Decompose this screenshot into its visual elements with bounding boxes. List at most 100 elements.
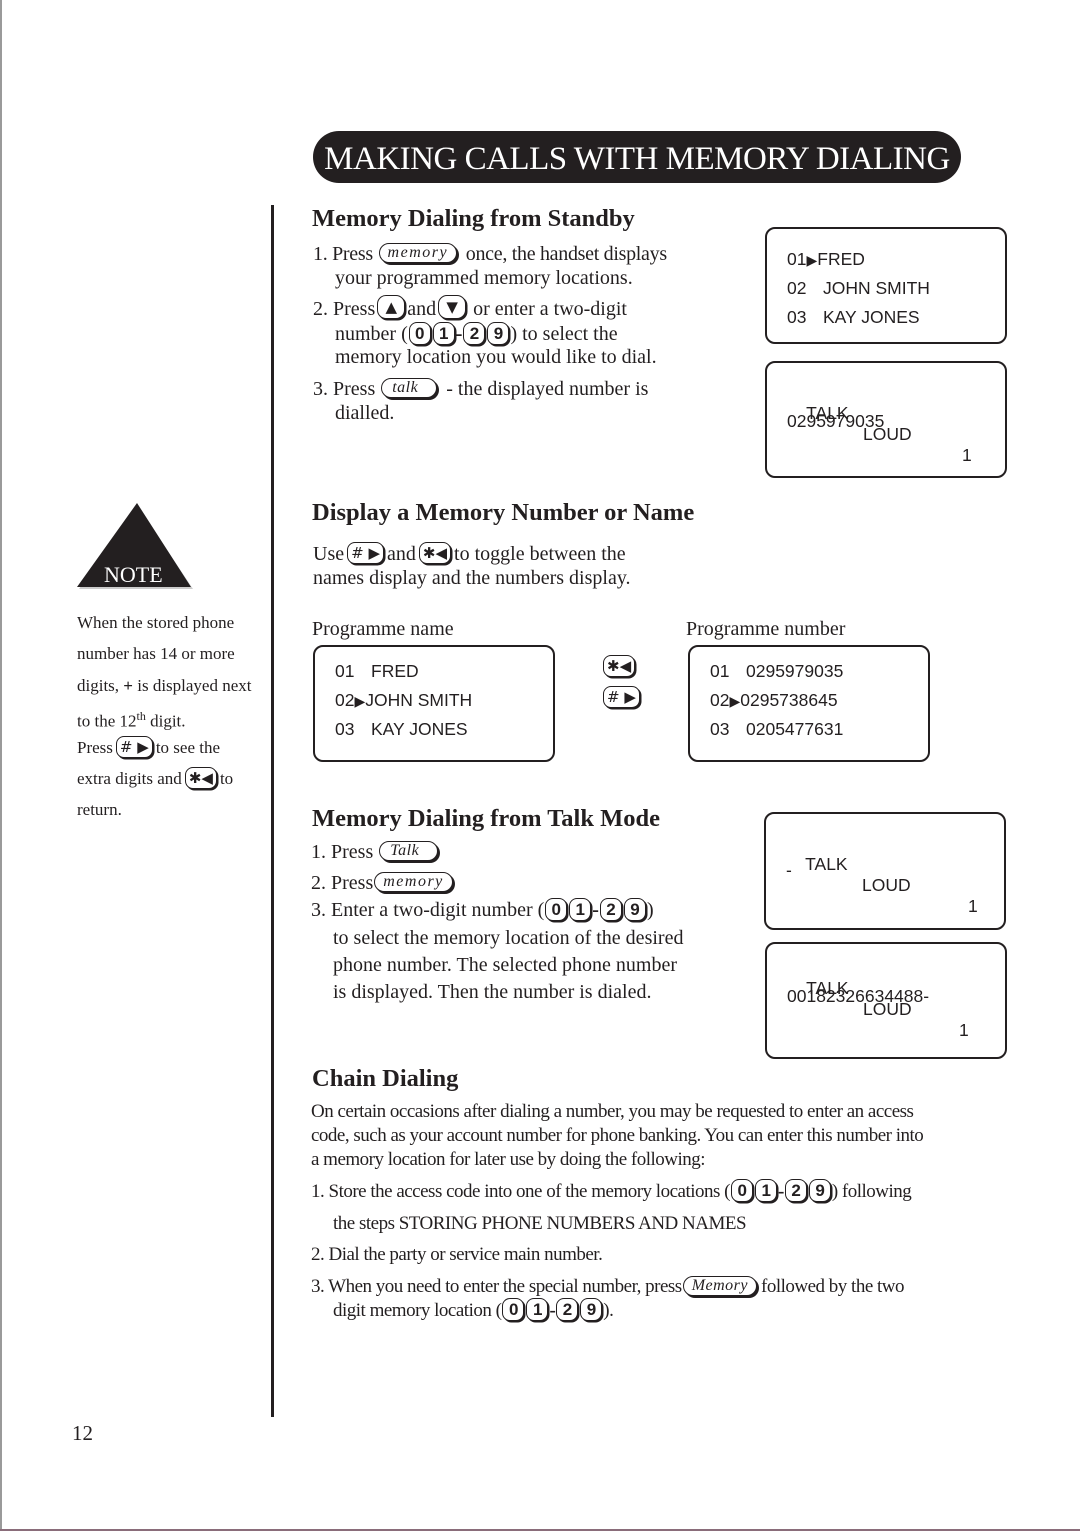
lcd-row-number: 02 [710, 690, 730, 710]
note-line: extra digits and ✱◀ to [77, 767, 234, 791]
plus-symbol: + [123, 676, 133, 695]
standby-step-2-cont: number (0 1-2 9) to select the [335, 321, 618, 347]
standby-step-3: 3. Press talk - the displayed number is [313, 377, 648, 401]
step-text: 1. Store the access code into one of the… [311, 1181, 730, 1202]
lcd-row: 02▶0295738645 [710, 690, 838, 711]
body-text: Use [313, 543, 345, 565]
lcd-talk-empty: TALK LOUD 1 - [764, 812, 1006, 930]
digit-2-key-icon: 2 [556, 1298, 579, 1322]
lcd-row-number: 02 [787, 278, 807, 298]
note-line: Press # ▶ to see the [77, 736, 220, 760]
right-arrow-icon: ▶ [137, 738, 149, 757]
hash-symbol: # [351, 544, 364, 563]
right-arrow-icon: ▶ [624, 688, 636, 706]
lcd-row: 02▶JOHN SMITH [335, 690, 472, 711]
note-text-part: to the 12 [77, 711, 137, 731]
programme-number-label: Programme number [686, 618, 846, 640]
lcd-dialed-number: - [786, 860, 792, 880]
digit-0-key-icon: 0 [502, 1298, 525, 1322]
digit-1-key-icon: 1 [432, 321, 455, 345]
digit-0-key-icon: 0 [545, 897, 568, 921]
hash-symbol: # [607, 688, 620, 706]
step-text: ) to select the [510, 323, 618, 345]
chain-step-3: 3. When you need to enter the special nu… [311, 1275, 905, 1299]
selection-marker-icon: ▶ [354, 693, 366, 709]
talk-step-3-cont: phone number. The selected phone number [333, 954, 677, 976]
note-text-part: Press [77, 738, 113, 757]
chain-step-2: 2. Dial the party or service main number… [311, 1244, 603, 1265]
note-line: to the 12th digit. [77, 706, 186, 732]
digit-9-key-icon: 9 [623, 897, 646, 921]
range-dash: - [777, 1181, 784, 1202]
lcd-row-number: 03 [335, 719, 355, 739]
lcd-number-display: 01 0295979035 02▶0295738645 03 0205477631 [688, 645, 930, 762]
standby-step-2: 2. Press ▲ and ▼ or enter a two-digit [313, 295, 627, 322]
digit-0-key-icon: 0 [408, 321, 431, 345]
range-dash: - [455, 323, 463, 345]
lcd-line-number: 1 [959, 1020, 969, 1040]
lcd-row: 03 KAY JONES [787, 307, 920, 328]
talk-step-3-cont: to select the memory location of the des… [333, 927, 684, 949]
step-text: - the displayed number is [446, 378, 649, 400]
lcd-status-row: TALK LOUD 1 [787, 382, 972, 487]
standby-step-1: 1. Press memory once, the handset displa… [313, 242, 667, 266]
standby-step-2-cont2: memory location you would like to dial. [335, 346, 657, 368]
lcd-row: 03 KAY JONES [335, 719, 468, 740]
talk-step-1: 1. Press Talk [311, 840, 442, 864]
step-text: ) following [831, 1181, 912, 1202]
digit-2-key-icon: 2 [463, 321, 486, 345]
digit-0-key-icon: 0 [730, 1179, 753, 1203]
talk-step-3: 3. Enter a two-digit number (0 1-2 9) [311, 897, 654, 923]
memory-key-icon: memory [378, 243, 458, 264]
lcd-row: 03 0205477631 [710, 719, 843, 740]
lcd-row-name: JOHN SMITH [823, 278, 930, 298]
note-line: number has 14 or more [77, 644, 235, 663]
step-text: followed by the two [761, 1276, 905, 1297]
hash-right-key-icon: # ▶ [603, 686, 640, 708]
lcd-row-name: JOHN SMITH [365, 690, 473, 710]
lcd-row-number: 02 [335, 690, 355, 710]
memory-key-icon: memory [374, 872, 453, 893]
step-text: digit memory location ( [333, 1300, 502, 1321]
step-text: and [407, 298, 437, 320]
step-text: once, the handset displays [465, 243, 667, 265]
lcd-row-value: 0205477631 [746, 719, 844, 739]
chain-dialing-heading: Chain Dialing [312, 1065, 459, 1092]
lcd-row-number: 03 [710, 719, 730, 739]
note-text-part: to [219, 769, 234, 788]
chain-step-3-cont: digit memory location (0 1-2 9). [333, 1298, 614, 1323]
selection-marker-icon: ▶ [729, 693, 741, 709]
step-text: 3. When you need to enter the special nu… [311, 1276, 682, 1297]
star-symbol: ✱ [422, 544, 436, 563]
lcd-row-name: KAY JONES [823, 307, 920, 327]
lcd-line-number: 1 [962, 445, 972, 465]
lcd-row: 01▶FRED [787, 249, 865, 270]
talk-key-icon: talk [381, 378, 438, 399]
chain-paragraph-line: code, such as your account number for ph… [311, 1125, 924, 1146]
lcd-row-number: 01 [335, 661, 355, 681]
body-text: and [387, 543, 416, 565]
range-dash: - [592, 899, 599, 921]
lcd-row-name: FRED [371, 661, 419, 681]
display-memory-text: Use # ▶ and ✱◀ to toggle between the [313, 542, 626, 566]
page-number: 12 [72, 1421, 93, 1445]
toggle-keys: # ▶ [600, 686, 643, 710]
lcd-talk-dialed: TALK LOUD 1 00182326634488- [765, 942, 1007, 1059]
digit-2-key-icon: 2 [784, 1179, 807, 1203]
digit-1-key-icon: 1 [526, 1298, 549, 1322]
left-arrow-icon: ◀ [619, 657, 632, 675]
memory-key-icon: Memory [682, 1275, 757, 1296]
down-arrow-key-icon: ▼ [438, 295, 467, 320]
display-memory-heading: Display a Memory Number or Name [312, 499, 695, 526]
note-text-part: is displayed next [137, 676, 252, 695]
column-divider [271, 205, 274, 1417]
programme-name-label: Programme name [312, 618, 454, 640]
up-arrow-key-icon: ▲ [377, 295, 406, 320]
left-arrow-icon: ◀ [201, 769, 213, 788]
lcd-row-number: 03 [787, 307, 807, 327]
step-text: number ( [335, 323, 408, 345]
note-line: return. [77, 800, 122, 819]
talk-key-icon: Talk [379, 841, 439, 862]
standby-heading: Memory Dialing from Standby [312, 205, 635, 232]
page-edge-bottom [0, 1529, 1080, 1531]
